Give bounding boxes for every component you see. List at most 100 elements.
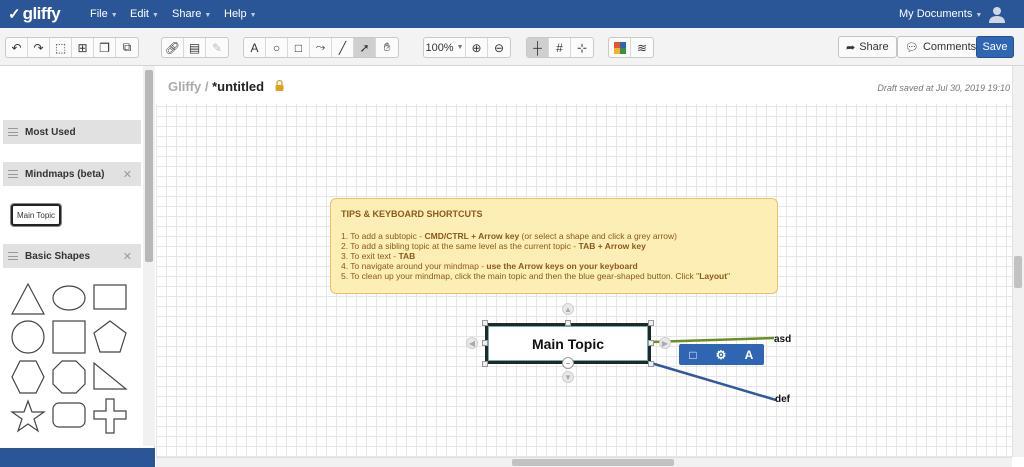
- undo-button[interactable]: ↶: [6, 38, 28, 57]
- chevron-down-icon: ▼: [110, 12, 118, 19]
- menu-share[interactable]: Share ▼: [172, 8, 211, 20]
- octagon-shape[interactable]: [52, 360, 86, 394]
- canvas-vertical-scroll-thumb[interactable]: [1014, 256, 1022, 288]
- add-subtopic-down-arrow-icon[interactable]: ▼: [562, 371, 574, 383]
- redo-icon: ↷: [33, 40, 44, 55]
- comment-icon: ▤: [188, 40, 201, 55]
- add-subtopic-right-arrow-icon[interactable]: ▶: [659, 337, 671, 349]
- library-scroll-thumb[interactable]: [145, 70, 153, 262]
- rectangle-icon: □: [294, 40, 303, 55]
- chevron-down-icon: ▼: [975, 12, 983, 19]
- drag-handle-icon[interactable]: [8, 128, 18, 136]
- menu-edit-label: Edit: [130, 8, 149, 20]
- circle-shape[interactable]: [11, 320, 45, 354]
- menu-help[interactable]: Help ▼: [224, 8, 257, 20]
- resize-handle[interactable]: [648, 340, 654, 346]
- resize-handle[interactable]: [565, 320, 571, 326]
- square-shape[interactable]: [52, 320, 86, 354]
- grid-toggle[interactable]: #: [549, 38, 571, 57]
- add-subtopic-left-arrow-icon[interactable]: ◀: [466, 337, 478, 349]
- right-triangle-shape[interactable]: [93, 361, 128, 390]
- comments-button[interactable]: 💬︎ Comments: [897, 36, 985, 58]
- group-icon: ⬚: [54, 40, 67, 55]
- comment-button[interactable]: ▤: [184, 38, 206, 57]
- my-documents-menu[interactable]: My Documents ▼: [899, 8, 982, 20]
- share-icon: ➦: [846, 41, 856, 54]
- ellipse-shape[interactable]: [52, 285, 86, 311]
- save-button[interactable]: Save: [976, 36, 1014, 58]
- link-button[interactable]: 🔗︎: [162, 38, 184, 57]
- resize-handle[interactable]: [482, 340, 488, 346]
- zoom-out-icon: ⊖: [493, 40, 505, 55]
- themes-button[interactable]: [609, 38, 631, 57]
- send-to-back-icon: ⧉: [122, 40, 132, 54]
- ungroup-button[interactable]: ⊞: [72, 38, 94, 57]
- link-icon: 🔗︎: [164, 40, 181, 55]
- collapse-node-icon[interactable]: −: [562, 357, 574, 369]
- layout-gear-button[interactable]: ⚙: [707, 344, 735, 365]
- canvas-horizontal-scroll-thumb[interactable]: [512, 459, 674, 466]
- diagram-canvas[interactable]: Gliffy / *untitled Draft saved at Jul 30…: [156, 66, 1012, 457]
- zoom-in-button[interactable]: ⊕: [466, 38, 488, 57]
- category-label: Most Used: [25, 126, 76, 138]
- ellipse-tool-button[interactable]: ○: [266, 38, 288, 57]
- user-avatar-icon[interactable]: [988, 5, 1006, 23]
- add-subtopic-up-arrow-icon[interactable]: ▲: [562, 303, 574, 315]
- subtopic-asd[interactable]: asd: [774, 334, 791, 345]
- connector-def[interactable]: [650, 361, 777, 402]
- resize-handle[interactable]: [482, 361, 488, 367]
- hexagon-shape[interactable]: [11, 360, 45, 394]
- star-shape[interactable]: [10, 399, 46, 433]
- zoom-value: 100%: [425, 41, 454, 54]
- category-most-used[interactable]: Most Used: [3, 120, 141, 144]
- shape-style-button[interactable]: □: [679, 344, 707, 365]
- grid-group: ┼ # ⊹: [526, 37, 594, 58]
- group-button[interactable]: ⬚: [50, 38, 72, 57]
- menu-edit[interactable]: Edit ▼: [130, 8, 159, 20]
- zoom-select[interactable]: 100% ▼: [424, 38, 466, 57]
- drag-handle-icon[interactable]: [8, 170, 18, 178]
- menu-file[interactable]: File ▼: [90, 8, 118, 20]
- send-to-back-button[interactable]: ⧉: [116, 38, 138, 57]
- triangle-shape[interactable]: [11, 282, 45, 315]
- resize-handle[interactable]: [648, 320, 654, 326]
- zoom-out-button[interactable]: ⊖: [488, 38, 510, 57]
- pointer-tool-button[interactable]: ➚: [354, 38, 376, 57]
- guides-toggle[interactable]: ┼: [527, 38, 549, 57]
- format-painter-button[interactable]: ✎: [206, 38, 228, 57]
- subtopic-def[interactable]: def: [775, 394, 790, 405]
- rounded-rectangle-shape[interactable]: [52, 402, 86, 428]
- text-style-button[interactable]: A: [735, 344, 763, 365]
- gliffy-logo-text: gliffy: [22, 4, 61, 23]
- my-documents-label: My Documents: [899, 8, 973, 20]
- main-topic-shape[interactable]: Main Topic: [11, 204, 61, 226]
- share-button[interactable]: ➦ Share: [838, 36, 897, 58]
- close-icon[interactable]: ✕: [123, 250, 132, 263]
- snap-toggle[interactable]: ⊹: [571, 38, 593, 57]
- rectangle-shape[interactable]: [93, 284, 127, 310]
- pan-tool-button[interactable]: ✋︎: [376, 38, 398, 57]
- gliffy-logo[interactable]: ✓ gliffy: [8, 4, 61, 24]
- text-tool-button[interactable]: A: [244, 38, 266, 57]
- text-tool-icon: A: [250, 40, 259, 55]
- insert-group: 🔗︎ ▤ ✎: [161, 37, 229, 58]
- bring-to-front-button[interactable]: ❐: [94, 38, 116, 57]
- close-icon[interactable]: ✕: [123, 168, 132, 181]
- pentagon-shape[interactable]: [93, 320, 127, 353]
- connector-tool-button[interactable]: ⤳: [310, 38, 332, 57]
- drag-handle-icon[interactable]: [8, 252, 18, 260]
- resize-handle[interactable]: [482, 320, 488, 326]
- category-mindmaps[interactable]: Mindmaps (beta) ✕: [3, 162, 141, 186]
- resize-handle[interactable]: [648, 361, 654, 367]
- gliffy-logo-mark-icon: ✓: [8, 6, 21, 23]
- layers-icon: ≋: [636, 40, 648, 55]
- cross-shape[interactable]: [93, 398, 127, 434]
- rectangle-tool-button[interactable]: □: [288, 38, 310, 57]
- line-tool-button[interactable]: ╱: [332, 38, 354, 57]
- menu-share-label: Share: [172, 8, 202, 20]
- layers-button[interactable]: ≋: [631, 38, 653, 57]
- redo-button[interactable]: ↷: [28, 38, 50, 57]
- theme-palette-icon: [613, 41, 626, 54]
- category-basic-shapes[interactable]: Basic Shapes ✕: [3, 244, 141, 268]
- chevron-down-icon: ▼: [249, 12, 257, 19]
